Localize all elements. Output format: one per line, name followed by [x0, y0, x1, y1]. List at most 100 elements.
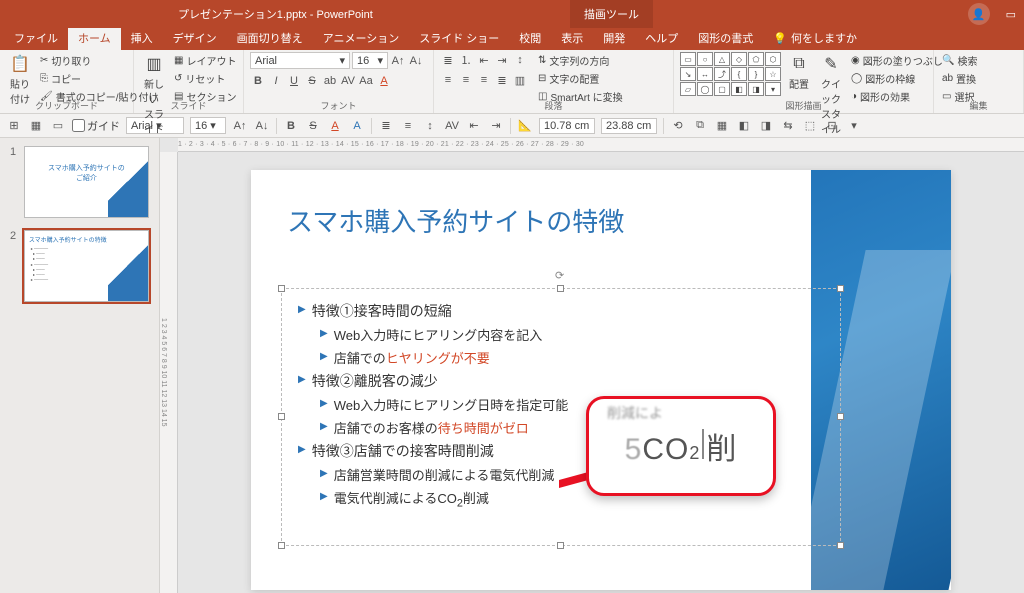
- qa-align[interactable]: ≡: [400, 118, 416, 134]
- bold-button[interactable]: B: [250, 73, 266, 89]
- tell-me-search[interactable]: 💡何をしますか: [763, 26, 867, 50]
- zoom-callout-blur-top: 削減によ: [607, 403, 663, 423]
- slide-title[interactable]: スマホ購入予約サイトの特徴: [287, 202, 624, 239]
- group-slides: ▥ 新しい スライド ▦レイアウト ↺リセット ▤セクション スライド: [134, 50, 244, 113]
- shapes-gallery[interactable]: ▭○△◇⬠⬡ ↘↔⤴{}☆ ▱◯▢◧◨▾: [680, 52, 781, 96]
- quick-styles-icon: ✎: [821, 54, 841, 74]
- bullet-item[interactable]: ▶Web入力時にヒアリング内容を記入: [320, 325, 830, 344]
- resize-handle[interactable]: [278, 413, 285, 420]
- qa-bullets[interactable]: ≣: [378, 118, 394, 134]
- change-case-button[interactable]: Aa: [358, 73, 374, 89]
- qa-bold[interactable]: B: [283, 118, 299, 134]
- underline-button[interactable]: U: [286, 73, 302, 89]
- shape-width-input[interactable]: 10.78 cm: [539, 118, 595, 134]
- char-spacing-button[interactable]: AV: [340, 73, 356, 89]
- tab-developer[interactable]: 開発: [593, 26, 635, 50]
- resize-handle[interactable]: [557, 542, 564, 549]
- qa-texteffects[interactable]: A: [349, 118, 365, 134]
- account-avatar[interactable]: 👤: [968, 3, 990, 25]
- resize-handle[interactable]: [557, 285, 564, 292]
- group-drawing: ▭○△◇⬠⬡ ↘↔⤴{}☆ ▱◯▢◧◨▾ ⧉配置 ✎クイック スタイル ◉図形の…: [674, 50, 934, 113]
- qa-icon-3[interactable]: ▭: [50, 118, 66, 134]
- tab-home[interactable]: ホーム: [68, 26, 121, 50]
- align-left-button[interactable]: ≡: [440, 72, 456, 88]
- tab-format[interactable]: 図形の書式: [688, 26, 763, 50]
- scissors-icon: ✂: [40, 55, 48, 66]
- thumbnail-2[interactable]: 2 スマホ購入予約サイトの特徴 ▸ ───── ▸ ─── ▸ ───▸ ───…: [10, 230, 149, 302]
- reset-button[interactable]: ↺リセット: [172, 70, 238, 87]
- line-spacing-button[interactable]: ↕: [512, 52, 528, 68]
- shape-outline-button[interactable]: ◯図形の枠線: [849, 70, 945, 87]
- tab-file[interactable]: ファイル: [4, 26, 68, 50]
- qa-linespace[interactable]: ↕: [422, 118, 438, 134]
- increase-indent-button[interactable]: ⇥: [494, 52, 510, 68]
- shape-fill-button[interactable]: ◉図形の塗りつぶし: [849, 52, 945, 69]
- horizontal-ruler[interactable]: 1 · 2 · 3 · 4 · 5 · 6 · 7 · 8 · 9 · 10 ·…: [178, 138, 1024, 152]
- user-icon: 👤: [972, 8, 986, 21]
- bullet-item[interactable]: ▶特徴①接客時間の短縮: [298, 301, 830, 321]
- group-paragraph: ≣ ⒈ ⇤ ⇥ ↕ ≡ ≡ ≡ ≣ ▥ ⇅文字列の方向 ⊟文字の配置 ◫Smar…: [434, 50, 674, 113]
- numbering-button[interactable]: ⒈: [458, 52, 474, 68]
- decrease-font-icon[interactable]: A↓: [408, 53, 424, 69]
- columns-button[interactable]: ▥: [512, 72, 528, 88]
- tab-insert[interactable]: 挿入: [121, 26, 163, 50]
- quick-styles-button[interactable]: ✎クイック スタイル: [817, 52, 845, 138]
- shape-height-input[interactable]: 23.88 cm: [601, 118, 657, 134]
- justify-button[interactable]: ≣: [494, 72, 510, 88]
- guide-checkbox[interactable]: ガイド: [72, 118, 120, 134]
- qa-icon-2[interactable]: ▦: [28, 118, 44, 134]
- tab-slideshow[interactable]: スライド ショー: [409, 26, 509, 50]
- qa-icon-1[interactable]: ⊞: [6, 118, 22, 134]
- qa-shrink-font[interactable]: A↓: [254, 118, 270, 134]
- tab-view[interactable]: 表示: [551, 26, 593, 50]
- qa-fontcolor[interactable]: A: [327, 118, 343, 134]
- ribbon: 📋 貼り付け ✂切り取り ⎘コピー 🖌書式のコピー/貼り付け クリップボード ▥…: [0, 50, 1024, 114]
- qa-charspace[interactable]: AV: [444, 118, 460, 134]
- text-direction-button[interactable]: ⇅文字列の方向: [536, 52, 625, 69]
- tab-design[interactable]: デザイン: [163, 26, 227, 50]
- bullets-button[interactable]: ≣: [440, 52, 456, 68]
- rotate-handle-icon[interactable]: ⟳: [555, 269, 564, 282]
- font-size-combo[interactable]: 16▾: [352, 52, 388, 69]
- bullet-icon: ▶: [298, 444, 306, 455]
- decrease-indent-button[interactable]: ⇤: [476, 52, 492, 68]
- increase-font-icon[interactable]: A↑: [390, 53, 406, 69]
- tab-help[interactable]: ヘルプ: [635, 26, 688, 50]
- shadow-button[interactable]: ab: [322, 73, 338, 89]
- vertical-ruler[interactable]: 1 2 3 4 5 6 7 8 9 10 11 12 13 14 15: [160, 152, 178, 593]
- align-right-button[interactable]: ≡: [476, 72, 492, 88]
- align-center-button[interactable]: ≡: [458, 72, 474, 88]
- replace-icon: ab: [942, 73, 953, 84]
- qa-indent-dec[interactable]: ⇤: [466, 118, 482, 134]
- align-text-button[interactable]: ⊟文字の配置: [536, 70, 625, 87]
- resize-handle[interactable]: [278, 285, 285, 292]
- tab-transitions[interactable]: 画面切り替え: [227, 26, 313, 50]
- layout-icon: ▦: [174, 55, 183, 66]
- tab-animations[interactable]: アニメーション: [313, 26, 410, 50]
- qa-strike[interactable]: S: [305, 118, 321, 134]
- bullet-item[interactable]: ▶特徴②離脱客の減少: [298, 371, 830, 391]
- font-color-button[interactable]: A: [376, 73, 392, 89]
- find-button[interactable]: 🔍検索: [940, 52, 979, 69]
- ribbon-tabs: ファイル ホーム 挿入 デザイン 画面切り替え アニメーション スライド ショー…: [0, 28, 1024, 50]
- qa-indent-inc[interactable]: ⇥: [488, 118, 504, 134]
- slide-canvas[interactable]: スマホ購入予約サイトの特徴 ⟳ ▶特徴①接客時間の短縮 ▶Web入力時にヒアリン…: [251, 170, 951, 590]
- font-name-combo[interactable]: Arial▾: [250, 52, 350, 69]
- thumbnail-1[interactable]: 1 スマホ購入予約サイトの ご紹介: [10, 146, 149, 218]
- new-slide-button[interactable]: ▥ 新しい スライド: [140, 52, 168, 138]
- strike-button[interactable]: S: [304, 73, 320, 89]
- ribbon-display-options-icon[interactable]: ▭: [1006, 8, 1016, 21]
- bullet-item[interactable]: ▶店舗でのヒヤリングが不要: [320, 348, 830, 367]
- italic-button[interactable]: I: [268, 73, 284, 89]
- qa-ruler-icon[interactable]: 📐: [517, 118, 533, 134]
- resize-handle[interactable]: [837, 285, 844, 292]
- replace-button[interactable]: ab置換: [940, 70, 979, 87]
- tab-review[interactable]: 校閲: [509, 26, 551, 50]
- arrange-button[interactable]: ⧉配置: [785, 52, 813, 93]
- layout-button[interactable]: ▦レイアウト: [172, 52, 238, 69]
- resize-handle[interactable]: [837, 413, 844, 420]
- paste-icon: 📋: [10, 54, 30, 74]
- resize-handle[interactable]: [837, 542, 844, 549]
- resize-handle[interactable]: [278, 542, 285, 549]
- bullet-icon: ▶: [320, 491, 328, 502]
